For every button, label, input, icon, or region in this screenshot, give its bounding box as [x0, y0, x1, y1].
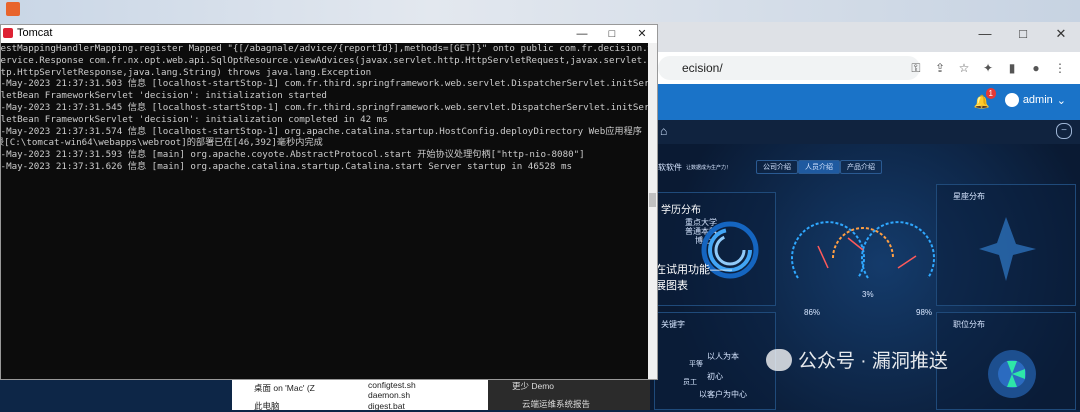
console-line: 3-May-2023 21:37:31.545 信息 [localhost-st…: [1, 101, 648, 113]
chevron-down-icon: ⌄: [1056, 94, 1066, 107]
tomcat-title-bar[interactable]: Tomcat — □ ✕: [1, 25, 657, 43]
maximize-button[interactable]: □: [597, 25, 627, 43]
app-subbar: ⌂ −: [640, 120, 1080, 145]
explorer-item-this-pc[interactable]: 此电脑: [254, 400, 280, 412]
keyword: 平等: [689, 361, 703, 368]
keyword: 员工: [683, 379, 697, 386]
keyword-title: 关键字: [661, 320, 685, 329]
minimize-button[interactable]: —: [567, 25, 597, 43]
console-line: rletBean FrameworkServlet 'decision': in…: [1, 113, 388, 125]
dark-panel-item[interactable]: 更少 Demo: [512, 380, 554, 392]
user-name: admin: [1022, 94, 1053, 106]
browser-maximize-button[interactable]: □: [1004, 22, 1042, 46]
gauge-value: 98%: [916, 308, 933, 317]
file-explorer-window: 桌面 on 'Mac' (Z 此电脑 configtest.sh daemon.…: [232, 380, 488, 412]
console-line: ttp.HttpServletResponse,java.lang.String…: [1, 66, 372, 78]
keyword: 以客户为中心: [699, 390, 747, 399]
desktop-app-icon[interactable]: [6, 2, 20, 16]
trial-notice-2: 展图表: [655, 280, 688, 292]
brand-title: 软软件: [658, 163, 682, 172]
console-line: rletBean FrameworkServlet 'decision': in…: [1, 90, 327, 102]
job-title: 职位分布: [953, 320, 985, 329]
app-header: 🔔 1 admin ⌄: [640, 84, 1080, 120]
console-line: 3-May-2023 21:37:31.626 信息 [main] org.ap…: [1, 160, 573, 172]
job-rose-chart: [988, 350, 1036, 398]
close-button[interactable]: ✕: [627, 25, 657, 43]
browser-window-controls: — □ ✕: [966, 22, 1080, 46]
console-line: service.Response com.fr.nx.opt.web.api.S…: [1, 54, 648, 66]
profile-icon[interactable]: ●: [1028, 60, 1044, 76]
share-icon[interactable]: ⇪: [932, 60, 948, 76]
tomcat-app-icon: [3, 28, 13, 38]
watermark: 公众号 · 漏洞推送: [766, 346, 948, 373]
tab-company[interactable]: 公司介绍: [756, 160, 798, 174]
browser-close-button[interactable]: ✕: [1042, 22, 1080, 46]
brand-subtitle: 让数据成为生产力！: [686, 165, 732, 171]
star-radar-chart: [979, 217, 1036, 281]
menu-icon[interactable]: ⋮: [1052, 60, 1068, 76]
wechat-icon: [766, 348, 792, 371]
file-item[interactable]: configtest.sh: [368, 380, 416, 390]
tab-people[interactable]: 人员介绍: [798, 160, 840, 174]
star-icon[interactable]: ☆: [956, 60, 972, 76]
sidebar-icon[interactable]: ▮: [1004, 60, 1020, 76]
console-line: 3-May-2023 21:37:31.503 信息 [localhost-st…: [1, 78, 648, 90]
gauge-value: 3%: [862, 290, 874, 299]
star-panel: 星座分布: [936, 184, 1076, 306]
gauge-value: 86%: [804, 308, 821, 317]
window-title: Tomcat: [17, 27, 53, 39]
keyword: 初心: [707, 372, 723, 381]
education-panel: 学历分布 重点大学 普通本科 博士 在试用功能—— 展图表: [654, 192, 776, 306]
watermark-text: 公众号 · 漏洞推送: [798, 351, 948, 372]
file-item[interactable]: daemon.sh: [368, 390, 410, 400]
notification-badge: 1: [985, 88, 996, 99]
dark-panel: 更少 Demo 云端运维系统报告: [488, 380, 650, 410]
collapse-icon[interactable]: −: [1056, 123, 1072, 139]
avatar: [1004, 93, 1019, 107]
extensions-icon[interactable]: ✦: [980, 60, 996, 76]
console-line: 3-May-2023 21:37:31.574 信息 [localhost-st…: [1, 125, 642, 137]
job-panel: 职位分布: [936, 312, 1076, 410]
dark-panel-item[interactable]: 云端运维系统报告: [522, 398, 590, 410]
console-output[interactable]: uestMappingHandlerMapping.register Mappe…: [1, 43, 648, 379]
education-title: 学历分布: [661, 205, 701, 216]
address-bar[interactable]: ecision/: [658, 56, 920, 80]
user-menu[interactable]: admin ⌄: [1004, 93, 1066, 107]
trial-notice-1: 在试用功能——: [655, 264, 732, 276]
browser-minimize-button[interactable]: —: [966, 22, 1004, 46]
keyword: 以人为本: [707, 352, 739, 361]
browser-toolbar: ecision/ ⚿ ⇪ ☆ ✦ ▮ ● ⋮: [640, 52, 1080, 84]
explorer-item-desktop[interactable]: 桌面 on 'Mac' (Z: [254, 382, 315, 394]
home-icon[interactable]: ⌂: [660, 124, 667, 138]
console-scrollbar[interactable]: [648, 43, 657, 379]
console-line: 3-May-2023 21:37:31.593 信息 [main] org.ap…: [1, 149, 585, 161]
keyword-panel: 关键字 以人为本 平等 初心 员工 以客户为中心: [654, 312, 776, 410]
console-line: uestMappingHandlerMapping.register Mappe…: [1, 43, 648, 54]
tab-products[interactable]: 产品介绍: [840, 160, 882, 174]
console-line: 录[C:\tomcat-win64\webapps\webroot]的部署已在[…: [1, 137, 323, 149]
tomcat-window-controls: — □ ✕: [567, 25, 657, 43]
scroll-thumb[interactable]: [649, 193, 656, 207]
tomcat-console-window[interactable]: Tomcat — □ ✕ uestMappingHandlerMapping.r…: [0, 24, 658, 380]
gauge-group: [791, 221, 935, 279]
star-title: 星座分布: [953, 192, 985, 201]
desktop-background: [0, 0, 1080, 24]
key-icon[interactable]: ⚿: [908, 60, 924, 76]
